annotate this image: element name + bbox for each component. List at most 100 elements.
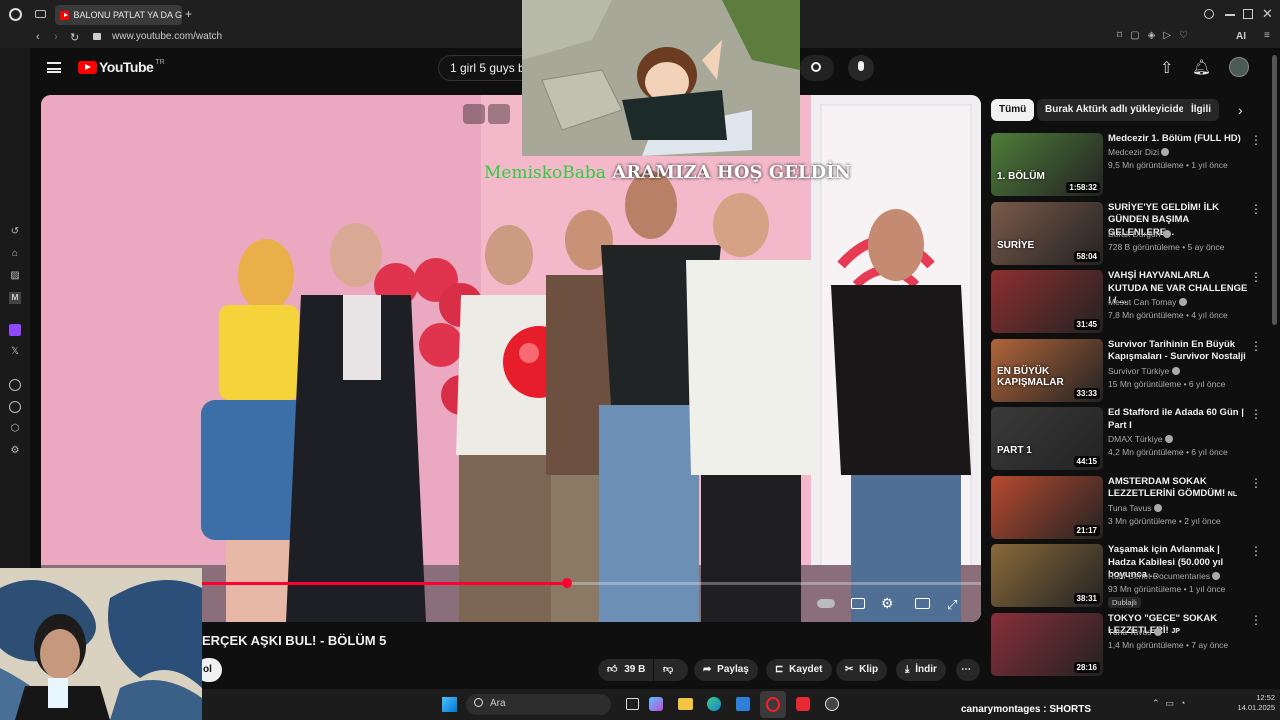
avatar[interactable] <box>1229 57 1249 77</box>
channel-name[interactable]: Burak Durgun <box>1108 229 1171 239</box>
tray-icons[interactable]: ⌃▭◔ <box>1152 698 1191 709</box>
download-button[interactable]: ⤓ İndir <box>896 659 946 681</box>
miniplayer-icon[interactable] <box>463 104 485 124</box>
recommendation-item[interactable]: 38:31 Yaşamak için Avlanmak | Hadza Kabil… <box>991 544 1262 608</box>
task-view-icon[interactable] <box>626 698 639 710</box>
crypto-wallet-icon[interactable]: ▨ <box>9 270 21 282</box>
more-actions-button[interactable]: ⋯ <box>956 659 980 681</box>
x-twitter-icon[interactable]: 𝕏 <box>9 346 21 358</box>
recommendation-item[interactable]: 31:45 VAHŞİ HAYVANLARLA KUTUDA NE VAR CHA… <box>991 270 1262 334</box>
video-thumbnail[interactable]: 28:16 <box>991 612 1103 676</box>
aria-icon[interactable]: ⌂ <box>9 248 21 260</box>
settings-gear-icon[interactable]: ⚙ <box>881 595 894 612</box>
youtube-logo[interactable]: YouTube TR <box>78 59 165 75</box>
video-title-link[interactable]: Medcezir 1. Bölüm (FULL HD) <box>1108 133 1248 146</box>
more-options-icon[interactable]: ⋮ <box>1250 339 1262 353</box>
tab-active[interactable]: BALONU PATLAT YA DA G <box>55 5 182 25</box>
more-options-icon[interactable]: ⋮ <box>1250 407 1262 421</box>
recommendation-item[interactable]: PART 1 44:15 Ed Stafford ile Adada 60 Gün … <box>991 407 1262 471</box>
opera-taskbar-icon[interactable] <box>760 691 786 718</box>
channel-name[interactable]: Survivor Türkiye <box>1108 366 1180 376</box>
reload-icon[interactable]: ↻ <box>70 31 79 44</box>
recommendation-item[interactable]: 28:16 TOKYO "GECE" SOKAK LEZZETLERİ! JP Tu… <box>991 612 1262 677</box>
history-icon[interactable] <box>9 401 21 413</box>
video-thumbnail[interactable]: SURİYE 58:04 <box>991 201 1103 265</box>
voice-search-button[interactable] <box>848 55 874 81</box>
ai-button[interactable]: AI <box>1236 31 1246 42</box>
video-thumbnail[interactable]: 1. BÖLÜM 1:58:32 <box>991 133 1103 196</box>
taskbar-search[interactable]: Ara <box>466 694 611 715</box>
forward-icon[interactable]: › <box>54 31 58 43</box>
video-title-link[interactable]: AMSTERDAM SOKAK LEZZETLERİNİ GÖMDÜM! NL <box>1108 476 1248 502</box>
fullscreen-icon[interactable]: ⤢ <box>947 597 957 613</box>
file-explorer-icon[interactable] <box>678 698 693 710</box>
video-title-link[interactable]: Survivor Tarihinin En Büyük Kapışmaları … <box>1108 339 1248 364</box>
edge-icon[interactable] <box>707 697 721 711</box>
more-options-icon[interactable]: ⋮ <box>1250 133 1262 147</box>
more-options-icon[interactable]: ⋮ <box>1250 613 1262 627</box>
channel-name[interactable]: Medcezir Dizi <box>1108 147 1170 157</box>
back-icon[interactable]: ‹ <box>36 31 40 43</box>
channel-label: Medcezir Dizi <box>1108 147 1160 157</box>
chip-related[interactable]: İlgili <box>1183 99 1219 121</box>
search-tabs-icon[interactable] <box>1204 9 1214 19</box>
save-button[interactable]: ⊏ Kaydet <box>766 659 832 681</box>
chips-next-icon[interactable]: › <box>1238 102 1243 118</box>
theater-mode-icon[interactable] <box>915 598 930 609</box>
twitch-icon[interactable] <box>9 324 21 336</box>
chip-tumu[interactable]: Tümü <box>991 99 1035 121</box>
more-options-icon[interactable]: ⋮ <box>1250 270 1262 284</box>
like-button[interactable]: 👍︎ 39 B <box>598 659 653 681</box>
chip-from-uploader[interactable]: Burak Aktürk adlı yükleyiciden <box>1037 99 1199 121</box>
channel-name[interactable]: Tuna Tavus <box>1108 503 1162 513</box>
video-title-link[interactable]: Ed Stafford ile Adada 60 Gün | Part I <box>1108 407 1248 432</box>
more-options-icon[interactable]: ⋮ <box>1250 544 1262 558</box>
minimize-button[interactable] <box>1225 14 1235 16</box>
new-tab-button[interactable]: + <box>185 7 192 21</box>
recommendation-item[interactable]: 1. BÖLÜM 1:58:32 Medcezir 1. Bölüm (FULL H… <box>991 133 1262 197</box>
clip-button[interactable]: ✂ Klip <box>836 659 888 681</box>
upload-icon[interactable]: ⇧ <box>1160 58 1173 78</box>
copilot-icon[interactable] <box>649 697 663 711</box>
dislike-button[interactable]: 👎︎ <box>654 659 688 681</box>
video-thumbnail[interactable]: 21:17 <box>991 475 1103 539</box>
opera-logo-icon[interactable] <box>9 8 22 21</box>
media-app-icon[interactable] <box>796 697 810 711</box>
recommendation-item[interactable]: EN BÜYÜK KAPIŞMALAR 33:33 Survivor Tarihin… <box>991 338 1262 403</box>
page-scrollbar[interactable] <box>1272 55 1277 325</box>
mail-icon[interactable]: M <box>9 292 21 304</box>
toolbar-extension-icons[interactable]: ⌑▢◈▷♡ <box>1117 30 1196 41</box>
player-icon[interactable] <box>9 379 21 391</box>
channel-name[interactable]: Ruhi Cenet Documentaries <box>1108 571 1221 581</box>
channel-name[interactable]: Tuna Tavus <box>1108 627 1162 637</box>
video-thumbnail[interactable]: EN BÜYÜK KAPIŞMALAR 33:33 <box>991 338 1103 402</box>
cast-icon[interactable] <box>488 104 510 124</box>
notifications-bell-icon[interactable]: 🔔︎ <box>1192 58 1211 76</box>
video-thumbnail[interactable]: 38:31 <box>991 544 1103 607</box>
extensions-icon[interactable]: ⬡ <box>9 423 21 435</box>
store-icon[interactable] <box>736 697 750 711</box>
settings-icon[interactable]: ⚙ <box>9 445 21 457</box>
recommendation-item[interactable]: SURİYE 58:04 SURİYE'YE GELDİM! İLK GÜNDEN … <box>991 201 1262 266</box>
search-button[interactable] <box>800 55 834 81</box>
menu-icon[interactable]: ≡ <box>1264 30 1270 41</box>
address-field[interactable]: www.youtube.com/watch <box>112 31 222 42</box>
video-thumbnail[interactable]: 31:45 <box>991 270 1103 333</box>
obs-icon[interactable] <box>825 697 839 711</box>
channel-name[interactable]: DMAX Türkiye <box>1108 434 1174 444</box>
close-window-button[interactable]: ✕ <box>1262 6 1273 22</box>
channel-name[interactable]: Mesut Can Tomay <box>1108 297 1187 307</box>
more-options-icon[interactable]: ⋮ <box>1250 202 1262 216</box>
maximize-button[interactable] <box>1243 9 1253 19</box>
recommendation-item[interactable]: 21:17 AMSTERDAM SOKAK LEZZETLERİNİ GÖMDÜM… <box>991 475 1262 540</box>
clock[interactable]: 12:52 14.01.2025 <box>1227 693 1275 713</box>
speed-dial-icon[interactable]: ↺ <box>9 226 21 238</box>
autoplay-toggle[interactable] <box>817 599 835 608</box>
share-button[interactable]: ➦ Paylaş <box>694 659 758 681</box>
tab-switcher-icon[interactable] <box>35 10 46 18</box>
windows-start-icon[interactable] <box>442 697 457 712</box>
more-options-icon[interactable]: ⋮ <box>1250 476 1262 490</box>
subtitles-icon[interactable] <box>851 598 865 609</box>
hamburger-menu-icon[interactable] <box>47 62 61 73</box>
video-thumbnail[interactable]: PART 1 44:15 <box>991 407 1103 470</box>
